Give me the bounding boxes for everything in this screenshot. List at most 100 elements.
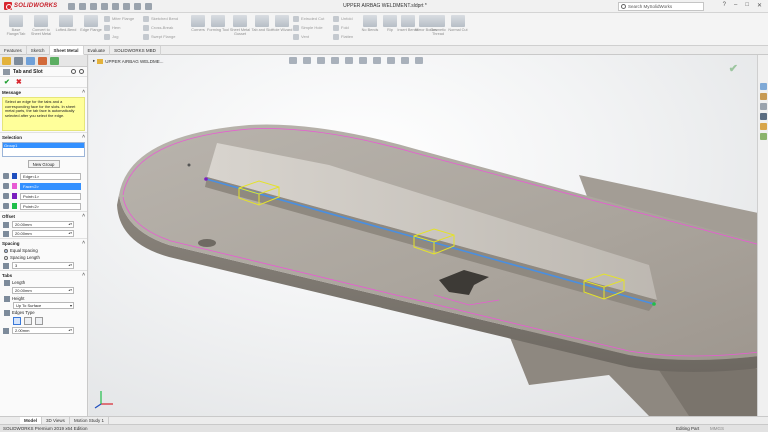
tab-sheet-metal[interactable]: Sheet Metal (49, 46, 84, 55)
print-icon[interactable] (101, 2, 108, 10)
forming-tool-button[interactable]: Forming Tool (206, 15, 230, 32)
select-icon[interactable] (123, 2, 130, 10)
group-list[interactable]: Group1 (2, 142, 85, 157)
property-manager-tab-icon[interactable] (14, 56, 23, 65)
new-group-button[interactable]: New Group (27, 160, 60, 168)
fold-button[interactable]: Fold (333, 24, 353, 31)
tab-motion-study[interactable]: Motion Study 1 (70, 417, 109, 424)
view-settings-icon[interactable] (415, 57, 423, 64)
file-explorer-icon[interactable] (759, 103, 767, 110)
app-logo[interactable]: SOLIDWORKS (0, 2, 64, 10)
unfold-stack: Unfold Fold Flatten (333, 15, 353, 40)
offset-section-header[interactable]: Offset ˄ (0, 211, 87, 220)
close-icon[interactable]: ✕ (757, 2, 762, 9)
help-icon[interactable] (71, 69, 76, 74)
open-file-icon[interactable] (79, 2, 86, 10)
tabs-section-header[interactable]: Tabs ˄ (0, 270, 87, 279)
convert-sheet-metal-button[interactable]: Convert to Sheet Metal (29, 15, 53, 36)
minimize-icon[interactable]: – (734, 2, 737, 9)
flatten-button[interactable]: Flatten (333, 33, 353, 40)
simple-hole-button[interactable]: Simple Hole (293, 24, 324, 31)
view-palette-icon[interactable] (759, 113, 767, 120)
new-file-icon[interactable] (68, 2, 75, 10)
previous-view-icon[interactable] (317, 57, 325, 64)
point1-field[interactable]: Point<1> (20, 192, 81, 200)
feature-manager-tab-icon[interactable] (2, 56, 11, 65)
point2-field[interactable]: Point<2> (20, 202, 81, 210)
height-mode-select[interactable]: Up To Surface (13, 302, 74, 309)
chamfer-edges-button[interactable] (35, 317, 43, 325)
rebuild-icon[interactable] (134, 2, 141, 10)
tab-evaluate[interactable]: Evaluate (84, 46, 111, 55)
rounded-edges-button[interactable] (24, 317, 32, 325)
jog-button[interactable]: Jog (104, 33, 134, 40)
equal-spacing-radio[interactable]: Equal Spacing (0, 247, 87, 254)
dimxpert-tab-icon[interactable] (38, 56, 47, 65)
gusset-button[interactable]: Sheet Metal Gusset (228, 15, 252, 36)
unfold-button[interactable]: Unfold (333, 15, 353, 22)
miter-flange-button[interactable]: Miter Flange (104, 15, 134, 22)
vent-button[interactable]: Vent (293, 33, 324, 40)
search-box[interactable]: Search MySolidWorks (618, 2, 704, 11)
appearance-icon[interactable] (387, 57, 395, 64)
spacing-length-radio[interactable]: Spacing Length (0, 254, 87, 261)
custom-properties-icon[interactable] (759, 133, 767, 140)
display-manager-tab-icon[interactable] (50, 56, 59, 65)
section-view-icon[interactable] (331, 57, 339, 64)
cancel-x-icon[interactable]: ✖ (16, 78, 22, 86)
status-units[interactable]: MMGS (710, 425, 724, 432)
flyout-tree[interactable]: ▸ UPPER AIRBAG WELDME... (93, 58, 164, 64)
cross-break-button[interactable]: Cross-Break (143, 24, 178, 31)
scene-icon[interactable] (401, 57, 409, 64)
tab-solidworks-mbd[interactable]: SOLIDWORKS MBD (110, 46, 161, 55)
graphics-area[interactable]: ▸ UPPER AIRBAG WELDME... ✔ (89, 55, 768, 416)
zoom-fit-icon[interactable] (289, 57, 297, 64)
vent-icon (293, 33, 299, 40)
sketched-bend-button[interactable]: Sketched Bend (143, 15, 178, 22)
undo-icon[interactable] (112, 2, 119, 10)
edge-field[interactable]: Edge<1> (20, 172, 81, 180)
maximize-icon[interactable]: □ (745, 2, 749, 9)
tab-3d-views[interactable]: 3D Views (42, 417, 70, 424)
hole-wizard-button[interactable]: Hole Wizard (270, 15, 294, 32)
design-library-icon[interactable] (759, 93, 767, 100)
lofted-bend-button[interactable]: Lofted-Bend (54, 15, 78, 32)
solidworks-resources-icon[interactable] (759, 83, 767, 90)
tab-sketch[interactable]: Sketch (27, 46, 50, 55)
group-list-item[interactable]: Group1 (3, 143, 84, 148)
hem-button[interactable]: Hem (104, 24, 134, 31)
ok-checkmark-icon[interactable]: ✔ (4, 78, 10, 86)
save-icon[interactable] (90, 2, 97, 10)
edge-flange-button[interactable]: Edge Flange (79, 15, 103, 32)
offset-start-input[interactable]: 20.00mm (12, 221, 74, 228)
tab-features[interactable]: Features (0, 46, 27, 55)
display-style-icon[interactable] (359, 57, 367, 64)
normal-cut-button[interactable]: Normal Cut (446, 15, 470, 32)
extruded-cut-button[interactable]: Extruded Cut (293, 15, 324, 22)
instances-input[interactable]: 3 (12, 262, 74, 269)
appearances-icon[interactable] (759, 123, 767, 130)
spacing-section-header[interactable]: Spacing ˄ (0, 238, 87, 247)
offset-end-input[interactable]: 20.00mm (12, 230, 74, 237)
hide-show-icon[interactable] (373, 57, 381, 64)
config-manager-tab-icon[interactable] (26, 56, 35, 65)
zoom-area-icon[interactable] (303, 57, 311, 64)
edges-value-input[interactable]: 2.00mm (12, 327, 74, 334)
face-field[interactable]: Face<2> (20, 182, 81, 190)
length-input[interactable]: 20.00mm (12, 287, 74, 294)
view-orientation-icon[interactable] (345, 57, 353, 64)
help-icon[interactable]: ? (723, 2, 726, 9)
sharp-edges-button[interactable] (13, 317, 21, 325)
property-manager: Tab and Slot ✔ ✖ Message ˄ Select an edge… (0, 55, 88, 416)
selection-section-header[interactable]: Selection ˄ (0, 132, 87, 141)
point1-color-swatch (12, 193, 17, 199)
confirmation-corner-ok-icon[interactable]: ✔ (729, 62, 738, 75)
message-section-header[interactable]: Message ˄ (0, 87, 87, 96)
part-model[interactable] (89, 55, 768, 416)
base-flange-button[interactable]: Base Flange/Tab (4, 15, 28, 36)
swept-flange-button[interactable]: Swept Flange (143, 33, 178, 40)
tab-model[interactable]: Model (20, 417, 42, 424)
options-icon[interactable] (145, 2, 152, 10)
solidworks-logo-icon (4, 2, 12, 10)
preview-icon[interactable] (79, 69, 84, 74)
